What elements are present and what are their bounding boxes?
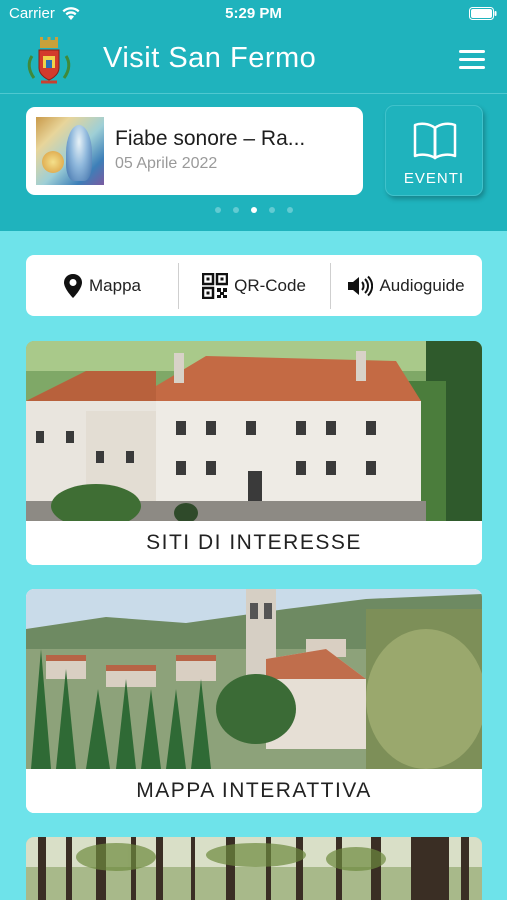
app-title: Visit San Fermo xyxy=(103,42,317,74)
carousel-page-indicator[interactable] xyxy=(0,207,507,213)
forest-photo xyxy=(26,837,482,900)
event-thumbnail xyxy=(36,117,104,185)
mappa-button[interactable]: Mappa xyxy=(26,255,178,316)
mappa-interattiva-tile[interactable]: MAPPA INTERATTIVA xyxy=(26,589,482,813)
page-dot-active[interactable] xyxy=(250,207,257,213)
eventi-label: EVENTI xyxy=(403,170,465,187)
qr-code-button[interactable]: QR-Code xyxy=(178,255,330,316)
event-date: 05 Aprile 2022 xyxy=(115,155,218,172)
event-carousel[interactable]: Fiabe sonore – Ra... 05 Aprile 2022 EVEN… xyxy=(0,93,507,231)
open-book-icon xyxy=(413,122,457,160)
hamburger-menu-icon[interactable] xyxy=(459,50,485,70)
event-card[interactable]: Fiabe sonore – Ra... 05 Aprile 2022 xyxy=(26,107,363,195)
page-dot[interactable] xyxy=(286,207,293,213)
siti-di-interesse-tile[interactable]: SITI DI INTERESSE xyxy=(26,341,482,565)
eventi-button[interactable]: EVENTI xyxy=(385,105,483,196)
event-title: Fiabe sonore – Ra... xyxy=(115,127,306,150)
page-dot[interactable] xyxy=(268,207,275,213)
audioguide-label: Audioguide xyxy=(379,275,465,295)
tile-caption: MAPPA INTERATTIVA xyxy=(26,769,482,813)
clock: 5:29 PM xyxy=(225,5,282,22)
map-pin-icon xyxy=(64,273,82,298)
speaker-icon xyxy=(348,275,374,296)
tile-caption: SITI DI INTERESSE xyxy=(26,521,482,565)
battery-icon xyxy=(469,7,497,20)
town-aerial-photo xyxy=(26,589,482,769)
app-header: Visit San Fermo xyxy=(0,28,507,93)
status-bar: Carrier 5:29 PM xyxy=(0,0,507,28)
town-crest-logo xyxy=(27,37,71,84)
page-dot[interactable] xyxy=(214,207,221,213)
audioguide-button[interactable]: Audioguide xyxy=(330,255,482,316)
qr-code-label: QR-Code xyxy=(234,275,306,295)
nature-tile[interactable] xyxy=(26,837,482,900)
page-dot[interactable] xyxy=(232,207,239,213)
qr-code-icon xyxy=(202,272,229,299)
villa-photo xyxy=(26,341,482,521)
quick-actions-bar: Mappa QR-Code Audioguide xyxy=(26,255,482,316)
mappa-label: Mappa xyxy=(89,275,141,295)
